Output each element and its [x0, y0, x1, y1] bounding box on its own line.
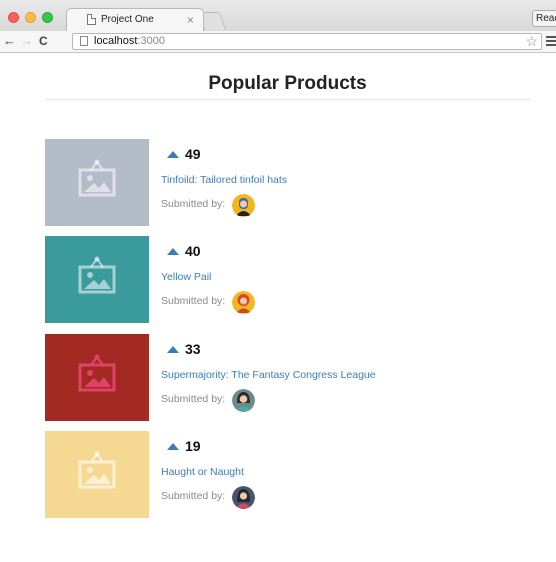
product-item: 49 Tinfoild: Tailored tinfoil hats Submi… — [45, 139, 465, 226]
product-title-link[interactable]: Yellow Pail — [161, 271, 211, 283]
product-item: 33 Supermajority: The Fantasy Congress L… — [45, 334, 465, 421]
reload-icon[interactable]: C — [39, 33, 48, 49]
maximize-window-button[interactable] — [42, 12, 53, 23]
image-placeholder-icon — [78, 354, 116, 392]
vote-row: 19 — [167, 438, 201, 454]
avatar — [232, 194, 255, 217]
avatar — [232, 486, 255, 509]
product-item: 40 Yellow Pail Submitted by: — [45, 236, 465, 323]
upvote-icon[interactable] — [167, 345, 179, 353]
vote-row: 33 — [167, 341, 201, 357]
submitted-by-label: Submitted by: — [161, 295, 226, 307]
react-devtools-button[interactable]: React — [532, 10, 556, 27]
image-placeholder-icon — [78, 451, 116, 489]
bookmark-star-icon[interactable]: ☆ — [525, 33, 538, 50]
menu-icon[interactable] — [546, 36, 556, 46]
product-title-link[interactable]: Supermajority: The Fantasy Congress Leag… — [161, 369, 376, 381]
product-image — [45, 139, 149, 226]
avatar — [232, 291, 255, 314]
forward-arrow-icon[interactable]: → — [20, 33, 33, 49]
submitted-by-label: Submitted by: — [161, 490, 226, 502]
vote-row: 40 — [167, 243, 201, 259]
upvote-icon[interactable] — [167, 247, 179, 255]
vote-count: 19 — [185, 438, 201, 454]
upvote-icon[interactable] — [167, 442, 179, 450]
browser-toolbar: ← → C localhost:3000 ☆ — [0, 31, 556, 53]
url-text[interactable]: localhost:3000 — [94, 35, 165, 47]
avatar — [232, 389, 255, 412]
vote-count: 49 — [185, 146, 201, 162]
browser-tab-bar: Project One × React — [0, 0, 556, 31]
tab-close-icon[interactable]: × — [187, 12, 194, 28]
url-port: :3000 — [137, 35, 165, 47]
vote-count: 40 — [185, 243, 201, 259]
vote-count: 33 — [185, 341, 201, 357]
window-controls — [8, 12, 53, 23]
upvote-icon[interactable] — [167, 150, 179, 158]
product-title-link[interactable]: Tinfoild: Tailored tinfoil hats — [161, 174, 287, 186]
page-title: Popular Products — [208, 73, 367, 94]
page-content: Popular Products 49 Tinfoild: Tailored t… — [9, 53, 556, 562]
product-image — [45, 236, 149, 323]
product-image — [45, 431, 149, 518]
image-placeholder-icon — [78, 256, 116, 294]
divider — [45, 99, 531, 100]
vote-row: 49 — [167, 146, 201, 162]
submitted-by-label: Submitted by: — [161, 198, 226, 210]
product-title-link[interactable]: Haught or Naught — [161, 466, 244, 478]
tab-title: Project One — [101, 14, 154, 25]
back-arrow-icon[interactable]: ← — [3, 33, 16, 49]
product-item: 19 Haught or Naught Submitted by: — [45, 431, 465, 518]
submitted-by-label: Submitted by: — [161, 393, 226, 405]
minimize-window-button[interactable] — [25, 12, 36, 23]
address-bar[interactable]: localhost:3000 ☆ — [72, 33, 542, 50]
url-host: localhost — [94, 35, 138, 47]
browser-tab[interactable]: Project One × — [66, 8, 204, 31]
product-image — [45, 334, 149, 421]
image-placeholder-icon — [78, 159, 116, 197]
page-icon — [87, 14, 96, 25]
page-icon — [80, 36, 88, 46]
close-window-button[interactable] — [8, 12, 19, 23]
